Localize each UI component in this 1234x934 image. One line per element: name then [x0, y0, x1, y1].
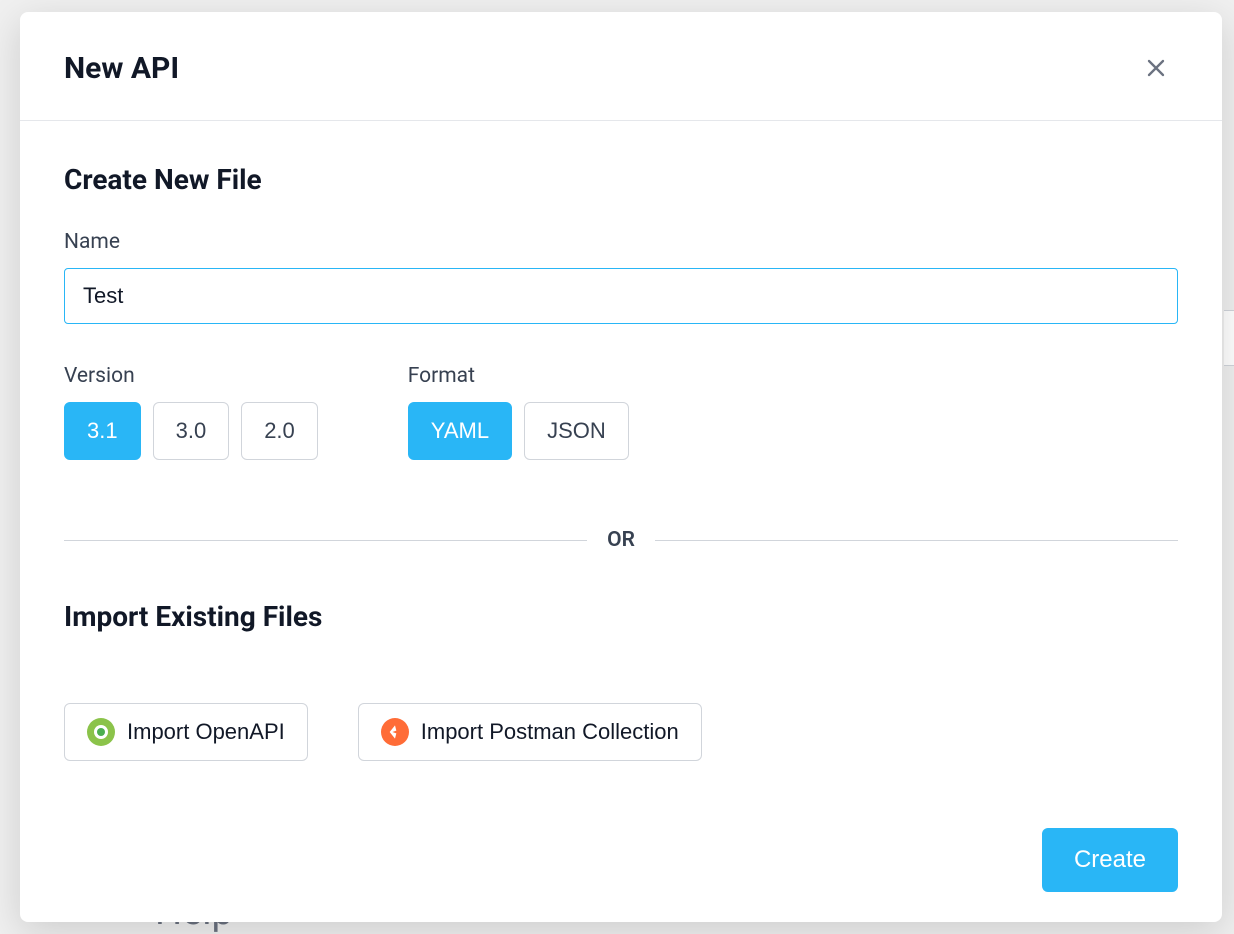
- create-section-title: Create New File: [64, 163, 1178, 196]
- new-api-modal: New API Create New File Name Version 3.1…: [20, 12, 1222, 922]
- version-segment-group: 3.1 3.0 2.0: [64, 402, 318, 460]
- format-option-json[interactable]: JSON: [524, 402, 629, 460]
- import-postman-button[interactable]: Import Postman Collection: [358, 703, 702, 761]
- format-group: Format YAML JSON: [408, 364, 629, 460]
- modal-header: New API: [20, 12, 1222, 121]
- version-option-2-0[interactable]: 2.0: [241, 402, 318, 460]
- import-section-title: Import Existing Files: [64, 600, 1178, 633]
- modal-footer: Create: [64, 828, 1178, 892]
- version-option-3-1[interactable]: 3.1: [64, 402, 141, 460]
- postman-icon: [381, 718, 409, 746]
- divider: OR: [64, 528, 1178, 552]
- name-label: Name: [64, 230, 1178, 254]
- close-button[interactable]: [1134, 46, 1178, 90]
- close-icon: [1142, 54, 1170, 82]
- name-input[interactable]: [64, 268, 1178, 324]
- openapi-icon: [87, 718, 115, 746]
- divider-line-left: [64, 540, 587, 541]
- divider-text: OR: [607, 528, 635, 552]
- divider-line-right: [655, 540, 1178, 541]
- version-group: Version 3.1 3.0 2.0: [64, 364, 318, 460]
- import-openapi-label: Import OpenAPI: [127, 719, 285, 745]
- create-button[interactable]: Create: [1042, 828, 1178, 892]
- format-label: Format: [408, 364, 629, 388]
- format-segment-group: YAML JSON: [408, 402, 629, 460]
- format-option-yaml[interactable]: YAML: [408, 402, 512, 460]
- version-option-3-0[interactable]: 3.0: [153, 402, 230, 460]
- import-openapi-button[interactable]: Import OpenAPI: [64, 703, 308, 761]
- import-postman-label: Import Postman Collection: [421, 719, 679, 745]
- modal-body: Create New File Name Version 3.1 3.0 2.0…: [20, 121, 1222, 922]
- backdrop-edge: [1224, 310, 1234, 366]
- options-row: Version 3.1 3.0 2.0 Format YAML JSON: [64, 364, 1178, 460]
- import-row: Import OpenAPI Import Postman Collection: [64, 703, 1178, 761]
- modal-title: New API: [64, 51, 179, 86]
- version-label: Version: [64, 364, 318, 388]
